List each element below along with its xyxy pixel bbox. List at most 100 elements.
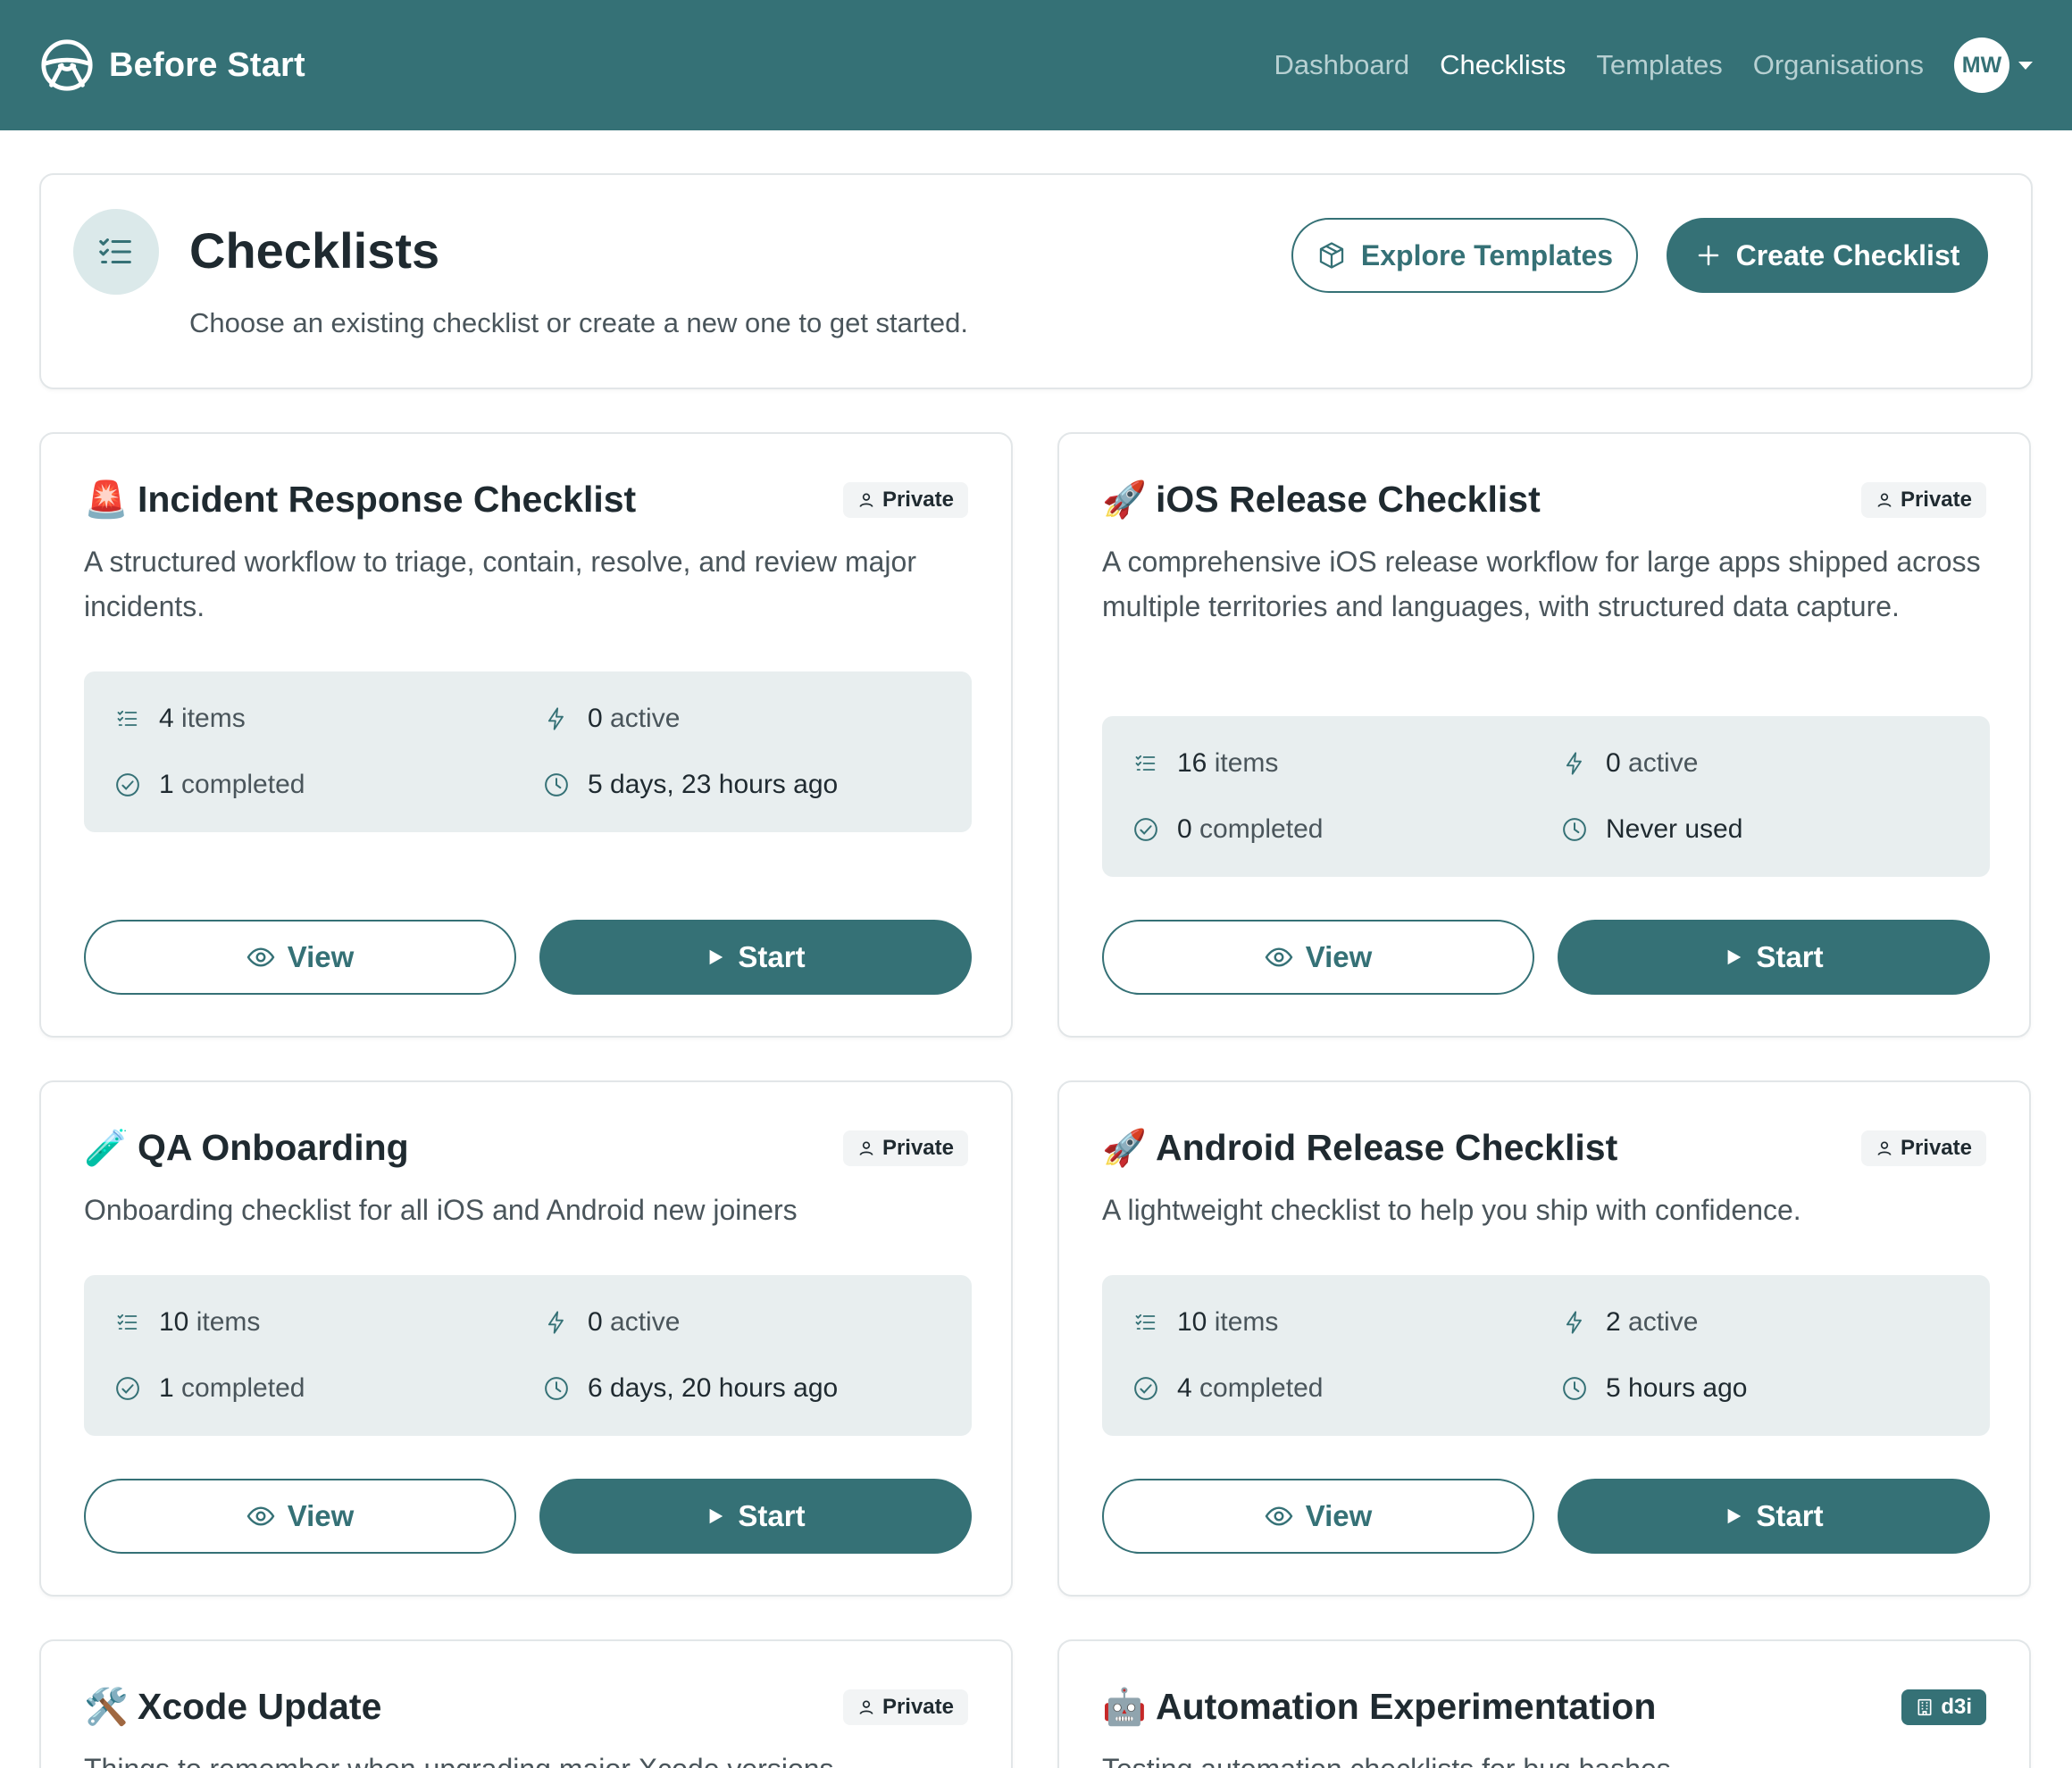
explore-templates-button[interactable]: Explore Templates: [1291, 218, 1638, 293]
start-label: Start: [738, 940, 806, 973]
nav-dashboard[interactable]: Dashboard: [1274, 49, 1410, 81]
stat-completed-label: completed: [1199, 814, 1324, 844]
checklist-card: 🧪 QA Onboarding Private Onboarding check…: [39, 1080, 1013, 1597]
tools-icon: 🛠️: [84, 1687, 129, 1727]
robot-icon: 🤖: [1102, 1687, 1147, 1727]
page-subtitle: Choose an existing checklist or create a…: [189, 307, 968, 338]
list-icon: [113, 1307, 143, 1338]
card-title[interactable]: QA Onboarding: [138, 1127, 409, 1169]
checklist-card: 🚀 iOS Release Checklist Private A compre…: [1057, 432, 2031, 1038]
stat-last-used-value: Never used: [1606, 814, 1743, 844]
stat-active-label: active: [1628, 748, 1699, 778]
clock-icon: [1559, 814, 1590, 845]
card-stats: 10 items 2 active 4 completed 5 hours ag…: [1102, 1275, 1990, 1436]
card-title[interactable]: Automation Experimentation: [1156, 1686, 1656, 1728]
nav-checklists[interactable]: Checklists: [1440, 49, 1566, 81]
stat-last-used: Never used: [1559, 814, 1742, 845]
stat-active: 0 active: [1559, 748, 1698, 779]
lightning-icon: [1559, 1307, 1590, 1338]
stat-items-value: 4: [159, 704, 174, 733]
visibility-badge: Private: [1860, 1130, 1986, 1166]
create-checklist-button[interactable]: Create Checklist: [1667, 218, 1988, 293]
stat-active: 0 active: [541, 1307, 680, 1338]
list-icon: [113, 704, 143, 734]
view-button[interactable]: View: [1102, 920, 1534, 995]
card-description: Testing automation checklists for bug ba…: [1102, 1747, 1990, 1768]
view-button[interactable]: View: [84, 1479, 516, 1554]
nav-templates[interactable]: Templates: [1596, 49, 1722, 81]
badge-label: Private: [881, 487, 954, 512]
explore-templates-label: Explore Templates: [1360, 238, 1614, 271]
badge-label: Private: [1900, 1135, 1972, 1160]
avatar[interactable]: MW: [1954, 38, 2009, 93]
card-title[interactable]: Xcode Update: [138, 1686, 381, 1728]
clock-icon: [541, 1373, 572, 1404]
stat-completed-value: 0: [1177, 814, 1192, 844]
clock-icon: [541, 770, 572, 800]
stat-completed: 4 completed: [1131, 1373, 1323, 1404]
start-button[interactable]: Start: [1558, 920, 1990, 995]
visibility-badge: Private: [842, 481, 968, 518]
start-button[interactable]: Start: [1558, 1479, 1990, 1554]
page-title: Checklists: [189, 222, 440, 279]
stat-last-used: 5 hours ago: [1559, 1373, 1747, 1404]
badge-label: Private: [1900, 487, 1972, 512]
check-circle-icon: [113, 1373, 143, 1404]
stat-completed-value: 1: [159, 1373, 174, 1403]
check-circle-icon: [1131, 814, 1161, 845]
stat-items-value: 10: [159, 1307, 189, 1337]
card-title[interactable]: iOS Release Checklist: [1156, 479, 1541, 521]
box-icon: [1319, 242, 1344, 269]
view-label: View: [1305, 940, 1373, 973]
brand-logo-icon: [41, 39, 93, 91]
view-button[interactable]: View: [84, 920, 516, 995]
visibility-badge: Private: [842, 1689, 968, 1725]
checklist-icon: [73, 209, 159, 295]
view-label: View: [287, 940, 355, 973]
stat-active-label: active: [1628, 1307, 1699, 1337]
start-button[interactable]: Start: [539, 920, 972, 995]
user-icon: [859, 493, 873, 507]
stat-completed-value: 1: [159, 770, 174, 799]
checklist-card: 🚨 Incident Response Checklist Private A …: [39, 432, 1013, 1038]
card-description: A structured workflow to triage, contain…: [84, 546, 916, 622]
eye-icon: [246, 947, 275, 967]
stat-completed: 0 completed: [1131, 814, 1323, 845]
brand[interactable]: Before Start: [39, 38, 305, 93]
stat-last-used-value: 6 days, 20 hours ago: [588, 1373, 839, 1403]
start-label: Start: [1756, 1499, 1824, 1532]
view-button[interactable]: View: [1102, 1479, 1534, 1554]
list-icon: [1131, 748, 1161, 779]
stat-completed: 1 completed: [113, 770, 305, 800]
play-icon: [709, 1508, 723, 1524]
stat-last-used: 6 days, 20 hours ago: [541, 1373, 838, 1404]
stat-active-value: 0: [1606, 748, 1621, 778]
card-title[interactable]: Incident Response Checklist: [138, 479, 636, 521]
stat-items-value: 10: [1177, 1307, 1207, 1337]
stat-completed-label: completed: [181, 1373, 305, 1403]
stat-items-label: items: [196, 1307, 261, 1337]
checklist-card: 🛠️ Xcode Update Private Things to rememb…: [39, 1639, 1013, 1768]
eye-icon: [1265, 1506, 1293, 1526]
view-label: View: [287, 1499, 355, 1532]
stat-active-value: 0: [588, 704, 603, 733]
card-title[interactable]: Android Release Checklist: [1156, 1127, 1617, 1169]
brand-name: Before Start: [109, 46, 305, 84]
user-icon: [859, 1141, 873, 1155]
badge-label: Private: [881, 1694, 954, 1719]
play-icon: [1727, 1508, 1742, 1524]
stat-active-value: 2: [1606, 1307, 1621, 1337]
view-label: View: [1305, 1499, 1373, 1532]
eye-icon: [1265, 947, 1293, 967]
siren-icon: 🚨: [84, 480, 129, 520]
stat-items-label: items: [181, 704, 246, 733]
lightning-icon: [541, 704, 572, 734]
plus-icon: [1698, 245, 1718, 266]
stat-active: 0 active: [541, 704, 680, 734]
start-button[interactable]: Start: [539, 1479, 972, 1554]
nav-organisations[interactable]: Organisations: [1753, 49, 1924, 81]
play-icon: [1727, 949, 1742, 965]
rocket-icon: 🚀: [1102, 1128, 1147, 1168]
user-menu[interactable]: MW: [1954, 38, 2033, 93]
stat-last-used-value: 5 days, 23 hours ago: [588, 770, 839, 799]
